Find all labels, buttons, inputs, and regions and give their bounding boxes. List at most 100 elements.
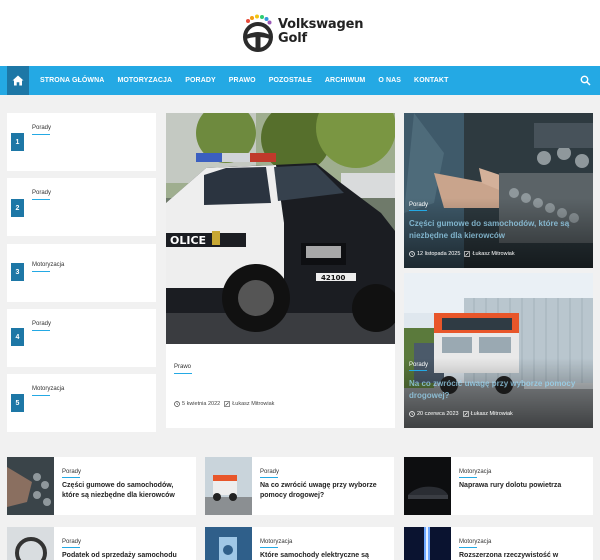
rank-badge: 1 [11,133,24,151]
article-thumbnail[interactable] [404,457,451,515]
category-label[interactable]: Porady [62,539,81,545]
article-author[interactable]: Łukasz Mitrowiak [472,251,514,257]
brand-line-2: Golf [278,31,307,46]
category-underline [32,395,50,396]
nav-item-porady[interactable]: PORADY [185,77,216,84]
article-card-engine[interactable]: Porady Części gumowe do samochodów, któr… [404,113,593,268]
car-interior-thumbnail-image [7,527,54,560]
rank-badge: 2 [11,199,24,217]
category-underline [32,330,50,331]
rank-badge: 5 [11,394,24,412]
article-thumbnail[interactable] [205,527,252,560]
brand-line-1: Volkswagen [278,17,364,32]
category-underline [459,547,477,548]
category-label[interactable]: Porady [260,469,279,475]
category-underline [32,134,50,135]
article-card[interactable]: Porady Części gumowe do samochodów, któr… [7,457,196,515]
article-title[interactable]: Części gumowe do samochodów, które są ni… [62,481,190,501]
category-underline [62,547,80,548]
article-card[interactable]: Porady Na co zwrócić uwagę przy wyborze … [205,457,394,515]
main-navigation: STRONA GŁÓWNA MOTORYZACJA PORADY PRAWO P… [0,66,600,95]
featured-article[interactable]: OLICE 42100 Prawo 5 kwietnia 2022 Łukasz… [166,113,395,428]
svg-text:42100: 42100 [321,274,345,282]
category-label[interactable]: Motoryzacja [32,386,64,392]
clock-icon [409,411,415,417]
clock-icon [174,401,180,407]
list-item[interactable]: 5 Motoryzacja [7,374,156,432]
article-card[interactable]: Porady Podatek od sprzedaży samochodu [7,527,196,560]
article-title[interactable]: Na co zwrócić uwagę przy wyborze pomocy … [260,481,388,501]
nav-item-o-nas[interactable]: O NAS [378,77,401,84]
steering-wheel-logo-icon [243,14,273,52]
article-thumbnail[interactable] [7,527,54,560]
rank-badge: 3 [11,263,24,281]
list-item[interactable]: 4 Porady [7,309,156,367]
category-label[interactable]: Motoryzacja [459,539,491,545]
category-underline [32,199,50,200]
article-meta: 20 czerwca 2023 Łukasz Mitrowiak [409,411,513,417]
police-car-illustration: OLICE 42100 [166,113,395,344]
site-logo[interactable]: Volkswagen Golf [242,12,363,54]
category-underline [260,477,278,478]
article-card[interactable]: Motoryzacja Które samochody elektryczne … [205,527,394,560]
article-card[interactable]: Motoryzacja Rozszerzona rzeczywistość w [404,527,593,560]
category-underline [409,210,427,211]
article-thumbnail[interactable] [205,457,252,515]
article-card-tow-truck[interactable]: Porady Na co zwrócić uwagę przy wyborze … [404,273,593,428]
search-icon[interactable] [580,75,591,86]
article-date[interactable]: 5 kwietnia 2022 [182,401,220,407]
featured-image-police-car[interactable]: OLICE 42100 [166,113,395,344]
article-title[interactable]: Części gumowe do samochodów, które są ni… [409,218,589,242]
nav-item-pozostale[interactable]: POZOSTAŁE [269,77,312,84]
pencil-icon [464,251,471,257]
brand-name: Volkswagen Golf [278,18,363,46]
category-underline [62,477,80,478]
category-label[interactable]: Porady [62,469,81,475]
article-date[interactable]: 20 czerwca 2023 [417,411,459,417]
category-underline [32,271,50,272]
article-card[interactable]: Motoryzacja Naprawa rury dolotu powietrz… [404,457,593,515]
category-label[interactable]: Porady [409,362,428,368]
category-label[interactable]: Porady [32,125,51,131]
nav-item-prawo[interactable]: PRAWO [229,77,256,84]
list-item[interactable]: 3 Motoryzacja [7,244,156,302]
article-meta: 12 listopada 2025 Łukasz Mitrowiak [409,251,515,257]
article-thumbnail[interactable] [7,457,54,515]
article-title[interactable]: Które samochody elektryczne są [260,551,388,560]
article-author[interactable]: Łukasz Mitrowiak [232,401,274,407]
clock-icon [409,251,415,257]
svg-text:OLICE: OLICE [170,234,206,247]
article-date[interactable]: 12 listopada 2025 [417,251,460,257]
category-label[interactable]: Motoryzacja [459,469,491,475]
category-label[interactable]: Prawo [174,364,191,370]
nav-item-motoryzacja[interactable]: MOTORYZACJA [117,77,172,84]
nav-item-home[interactable]: STRONA GŁÓWNA [40,77,104,84]
article-title[interactable]: Na co zwrócić uwagę przy wyborze pomocy … [409,378,589,402]
category-label[interactable]: Porady [409,202,428,208]
article-title[interactable]: Naprawa rury dolotu powietrza [459,481,587,491]
ev-charging-thumbnail-image [205,527,252,560]
pencil-icon [462,411,469,417]
article-title[interactable]: Podatek od sprzedaży samochodu [62,551,190,560]
dark-car-thumbnail-image [404,457,451,515]
engine-thumbnail-image [7,457,54,515]
article-meta: 5 kwietnia 2022 Łukasz Mitrowiak [174,401,274,407]
category-label[interactable]: Motoryzacja [260,539,292,545]
category-label[interactable]: Motoryzacja [32,262,64,268]
article-title[interactable]: Rozszerzona rzeczywistość w [459,551,587,560]
category-underline [174,373,192,374]
tow-truck-thumbnail-image [205,457,252,515]
nav-item-kontakt[interactable]: KONTAKT [414,77,448,84]
category-label[interactable]: Porady [32,190,51,196]
category-label[interactable]: Porady [32,321,51,327]
nav-item-archiwum[interactable]: ARCHIWUM [325,77,365,84]
augmented-reality-thumbnail-image [404,527,451,560]
pencil-icon [224,401,231,407]
list-item[interactable]: 1 Porady [7,113,156,171]
list-item[interactable]: 2 Porady [7,178,156,236]
site-header: Volkswagen Golf [0,0,600,66]
home-button[interactable] [7,66,29,95]
article-author[interactable]: Łukasz Mitrowiak [471,411,513,417]
nav-menu: STRONA GŁÓWNA MOTORYZACJA PORADY PRAWO P… [40,66,461,95]
article-thumbnail[interactable] [404,527,451,560]
